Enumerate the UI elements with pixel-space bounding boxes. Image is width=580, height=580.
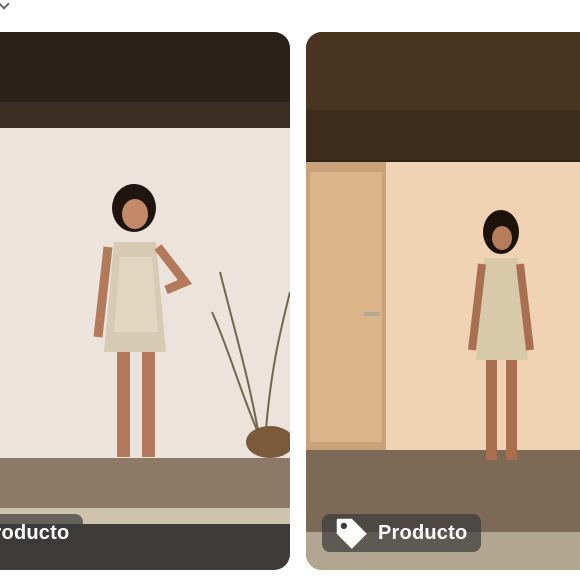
tag-label: Producto	[0, 521, 70, 544]
product-tag[interactable]: Producto	[322, 514, 482, 552]
chevron-icon	[0, 0, 10, 10]
product-photo-2	[306, 32, 580, 570]
price-tag-icon	[336, 518, 367, 549]
product-tag[interactable]: Producto	[0, 514, 84, 552]
product-card-2[interactable]: Producto	[306, 32, 580, 570]
tag-label: Producto	[378, 521, 468, 544]
product-photo-1	[0, 32, 290, 570]
product-card-1[interactable]: Producto	[0, 32, 290, 570]
